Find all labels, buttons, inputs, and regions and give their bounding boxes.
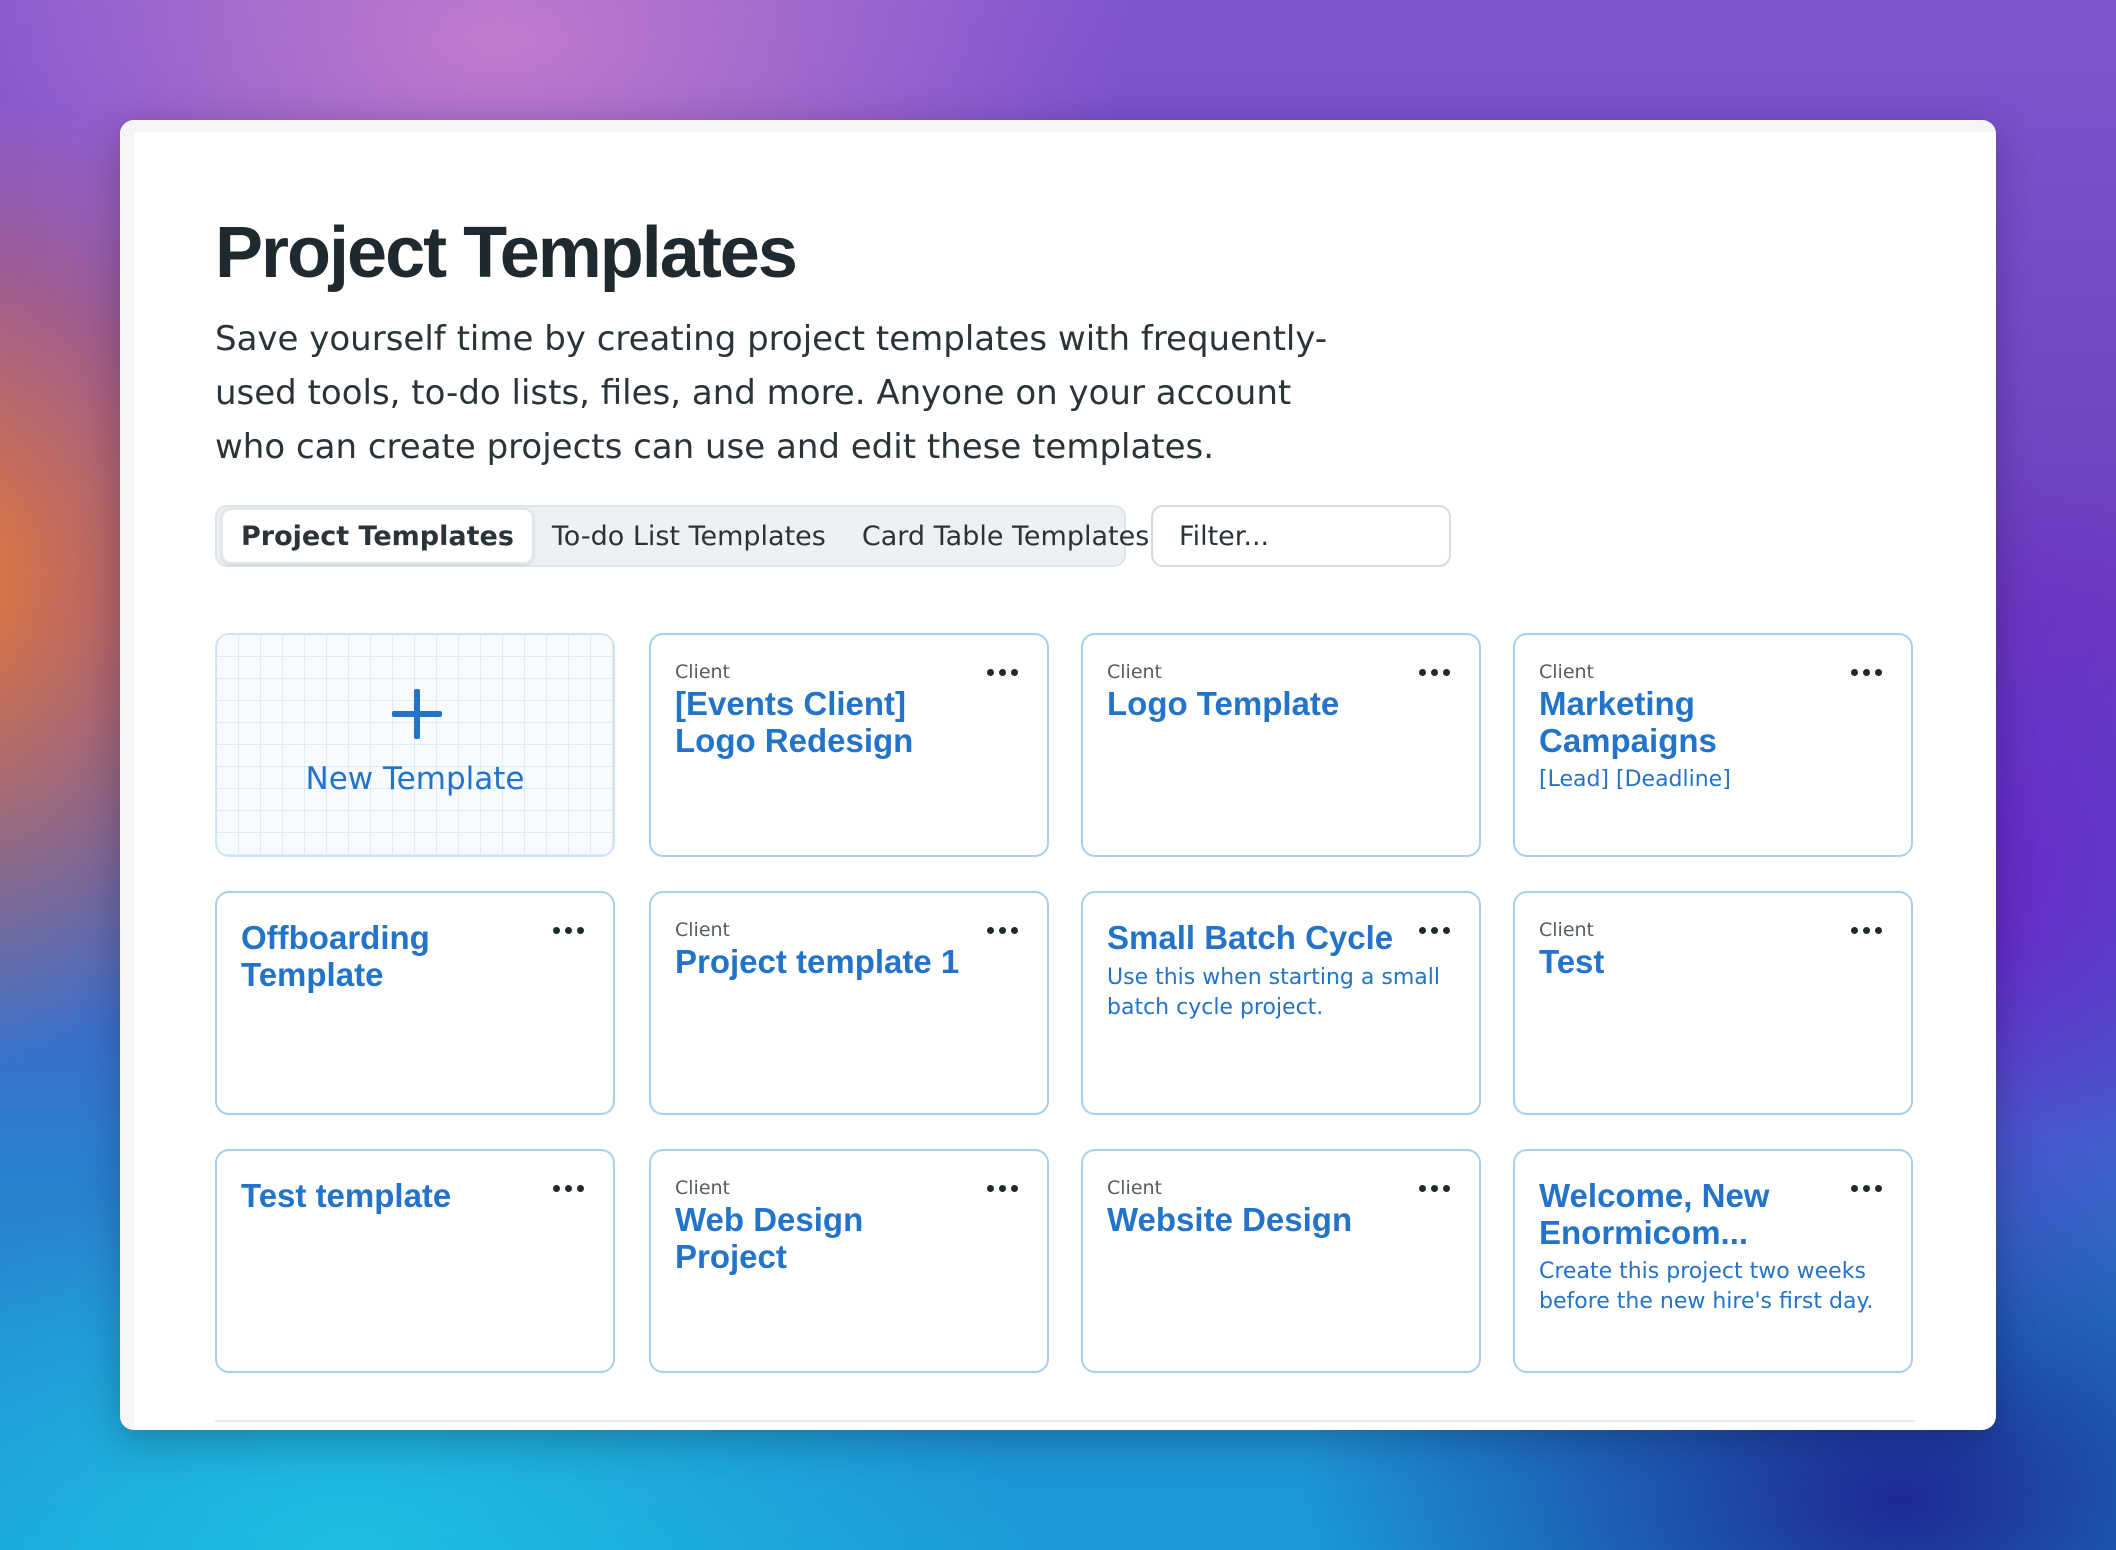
card-title[interactable]: Project template 1 (675, 943, 975, 980)
tab-todo-list-templates[interactable]: To-do List Templates (534, 508, 844, 564)
tab-project-templates[interactable]: Project Templates (221, 508, 534, 564)
filter-input[interactable] (1151, 505, 1451, 567)
template-card[interactable]: Client Marketing Campaigns [Lead] [Deadl… (1513, 633, 1913, 857)
card-description: Create this project two weeks before the… (1539, 1259, 1874, 1314)
card-label: Client (675, 919, 731, 941)
more-options-button[interactable] (545, 1173, 591, 1203)
more-options-button[interactable] (545, 915, 591, 945)
more-icon (552, 926, 560, 934)
card-title[interactable]: Website Design (1107, 1201, 1407, 1238)
app-window: Project Templates Save yourself time by … (120, 120, 1996, 1430)
bottom-divider (215, 1420, 1915, 1422)
more-options-button[interactable] (1843, 915, 1889, 945)
card-title[interactable]: Test template (241, 1177, 541, 1214)
card-label: Client (675, 1177, 731, 1199)
template-card[interactable]: Client [Events Client] Logo Redesign (649, 633, 1049, 857)
card-title[interactable]: Marketing Campaigns (1539, 685, 1839, 759)
template-card[interactable]: Client Test (1513, 891, 1913, 1115)
more-icon (986, 926, 994, 934)
more-options-button[interactable] (1411, 915, 1457, 945)
card-title[interactable]: Logo Template (1107, 685, 1407, 722)
more-options-button[interactable] (979, 915, 1025, 945)
more-icon (1418, 926, 1426, 934)
card-description: Use this when starting a small batch cyc… (1107, 965, 1440, 1020)
card-description: [Lead] [Deadline] (1539, 767, 1731, 792)
more-options-button[interactable] (1843, 1173, 1889, 1203)
more-options-button[interactable] (979, 1173, 1025, 1203)
more-icon (1418, 668, 1426, 676)
more-icon (1418, 1184, 1426, 1192)
card-label: Client (1539, 919, 1595, 941)
template-card[interactable]: Client Logo Template (1081, 633, 1481, 857)
template-type-tabs: Project Templates To-do List Templates C… (215, 505, 1149, 567)
more-options-button[interactable] (1411, 657, 1457, 687)
new-template-button[interactable]: New Template (215, 633, 615, 857)
template-card[interactable]: Client Website Design (1081, 1149, 1481, 1373)
card-title[interactable]: [Events Client] Logo Redesign (675, 685, 975, 759)
card-title[interactable]: Offboarding Template (241, 919, 541, 993)
card-label: Client (675, 661, 731, 683)
tab-card-table-templates[interactable]: Card Table Templates (844, 508, 1167, 564)
card-title[interactable]: Web Design Project (675, 1201, 975, 1275)
card-label: Client (1107, 661, 1163, 683)
template-card[interactable]: Welcome, New Enormicom... Create this pr… (1513, 1149, 1913, 1373)
more-options-button[interactable] (979, 657, 1025, 687)
more-icon (1850, 926, 1858, 934)
plus-icon (392, 689, 442, 739)
template-card[interactable]: Small Batch Cycle Use this when starting… (1081, 891, 1481, 1115)
card-title[interactable]: Test (1539, 943, 1839, 980)
new-template-label: New Template (305, 761, 525, 797)
more-icon (986, 668, 994, 676)
template-card[interactable]: Client Project template 1 (649, 891, 1049, 1115)
more-icon (1850, 1184, 1858, 1192)
template-card[interactable]: Offboarding Template (215, 891, 615, 1115)
card-title[interactable]: Small Batch Cycle (1107, 919, 1407, 956)
more-icon (552, 1184, 560, 1192)
template-card[interactable]: Test template (215, 1149, 615, 1373)
card-label: Client (1539, 661, 1595, 683)
more-icon (1850, 668, 1858, 676)
card-title[interactable]: Welcome, New Enormicom... (1539, 1177, 1839, 1251)
more-options-button[interactable] (1411, 1173, 1457, 1203)
template-card[interactable]: Client Web Design Project (649, 1149, 1049, 1373)
page-title: Project Templates (215, 213, 798, 293)
card-label: Client (1107, 1177, 1163, 1199)
more-options-button[interactable] (1843, 657, 1889, 687)
more-icon (986, 1184, 994, 1192)
page-description: Save yourself time by creating project t… (215, 319, 1328, 467)
